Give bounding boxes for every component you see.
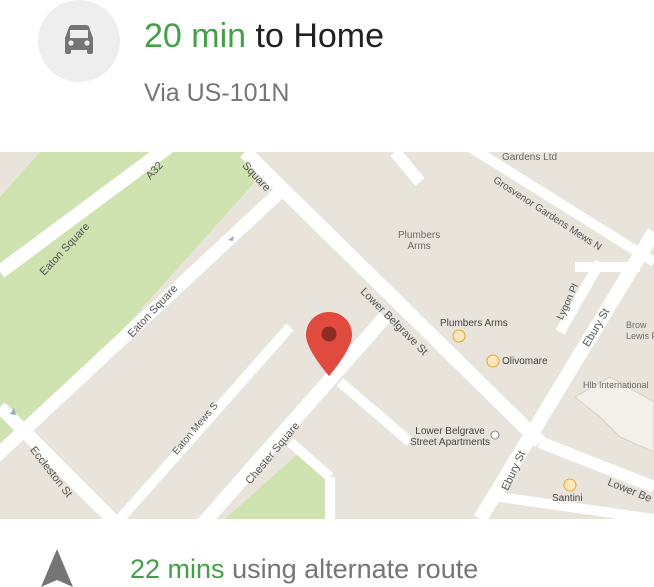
- alternate-route-row[interactable]: 22 mins using alternate route: [0, 519, 654, 587]
- location-pin-icon[interactable]: [304, 310, 354, 378]
- travel-time: 20 min: [144, 17, 247, 55]
- alternate-route-text: 22 mins using alternate route: [130, 551, 478, 587]
- poi-label[interactable]: Olivomare: [502, 356, 548, 367]
- poi-label[interactable]: Santini: [552, 493, 583, 504]
- car-icon-badge: [38, 0, 120, 82]
- destination-label: to Home: [255, 17, 385, 55]
- car-icon: [65, 25, 93, 54]
- poi-label: Hlb International: [583, 380, 649, 390]
- alternate-time: 22 mins: [130, 554, 225, 584]
- poi-label[interactable]: Lower Belgrave Street Apartments: [410, 426, 490, 448]
- alternate-label: using alternate route: [232, 554, 479, 584]
- poi-marker: [452, 329, 466, 343]
- poi-label: Brow Lewis F: [626, 320, 654, 341]
- poi-label[interactable]: Plumbers Arms: [440, 318, 508, 329]
- poi-marker: [563, 478, 577, 492]
- park-area: [0, 152, 255, 422]
- navigation-arrow-icon: [41, 549, 73, 587]
- poi-marker: [486, 354, 500, 368]
- map-view[interactable]: Eaton Square A32 Square Eaton Square Gro…: [0, 152, 654, 519]
- poi-marker: [490, 430, 500, 440]
- route-card-header[interactable]: 20 min to Home Via US-101N: [0, 0, 654, 152]
- poi-label: Plumbers Arms: [398, 230, 441, 252]
- route-via: Via US-101N: [144, 79, 290, 107]
- route-title: 20 min to Home: [144, 14, 384, 58]
- poi-label: Gardens Ltd: [502, 152, 558, 163]
